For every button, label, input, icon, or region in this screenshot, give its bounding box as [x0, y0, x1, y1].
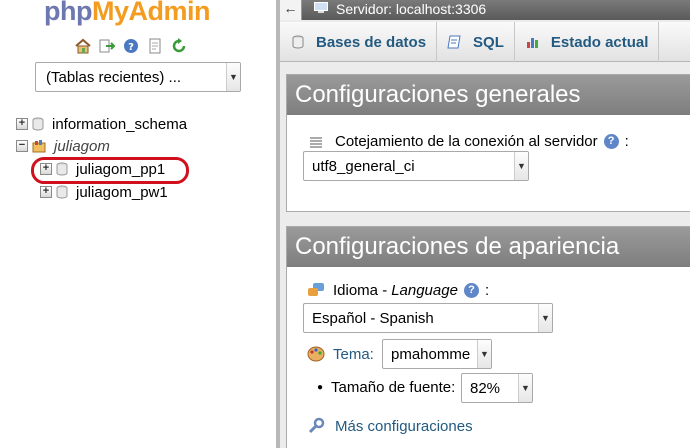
tree-item-label: information_schema [52, 115, 188, 133]
font-size-select[interactable]: 82% ▼ [461, 373, 533, 403]
wrench-icon [308, 417, 325, 434]
collation-label: Cotejamiento de la conexión al servidor [335, 133, 598, 150]
main-panel: ← Servidor: localhost:3306 Bases de dato… [280, 0, 690, 448]
reload-icon[interactable] [170, 37, 188, 55]
bullet-icon: ● [317, 382, 324, 393]
tab-databases[interactable]: Bases de datos [280, 22, 438, 62]
svg-text:?: ? [128, 42, 134, 53]
server-icon [314, 2, 328, 13]
database-icon [56, 185, 68, 199]
collapse-icon[interactable]: − [16, 140, 28, 152]
sql-icon [447, 35, 461, 49]
general-settings-panel: Configuraciones generales Cotejamiento d… [286, 74, 690, 212]
collation-icon [310, 137, 322, 147]
chevron-down-icon: ▼ [477, 340, 491, 368]
recent-tables-select[interactable]: (Tablas recientes) ... ▼ [35, 62, 241, 92]
chevron-down-icon: ▼ [538, 304, 552, 332]
theme-link[interactable]: Tema: [333, 346, 374, 363]
documentation-icon[interactable] [146, 37, 164, 55]
collation-select[interactable]: utf8_general_ci ▼ [303, 151, 529, 181]
tree-item-juliagom-pw1[interactable]: + juliagom_pw1 [40, 182, 168, 202]
nav-icon-bar: ? [74, 37, 188, 55]
tree-item-label: juliagom [54, 137, 110, 155]
back-arrow-icon[interactable]: ← [280, 0, 302, 20]
language-select[interactable]: Español - Spanish ▼ [303, 303, 553, 333]
navigation-panel: phpMyAdmin ? (Tablas recientes) ... ▼ + … [0, 0, 278, 448]
top-tabs: Bases de datos SQL Estado actual [280, 22, 690, 62]
appearance-settings-title: Configuraciones de apariencia [287, 227, 690, 267]
tree-item-information-schema[interactable]: + information_schema [16, 114, 187, 134]
highlight-annotation [31, 157, 189, 184]
font-size-label: Tamaño de fuente: [331, 379, 456, 396]
collation-label-row: Cotejamiento de la conexión al servidor … [309, 133, 629, 150]
theme-label-row: Tema: [307, 345, 374, 363]
tab-label: Estado actual [550, 33, 649, 51]
general-settings-title: Configuraciones generales [287, 75, 690, 115]
home-icon[interactable] [74, 37, 92, 55]
logout-icon[interactable] [98, 37, 116, 55]
docs-help-icon[interactable]: ? [122, 37, 140, 55]
tab-label: Bases de datos [316, 33, 427, 51]
palette-icon [307, 346, 325, 362]
phpmyadmin-logo[interactable]: phpMyAdmin [44, 0, 210, 27]
status-icon [526, 38, 538, 48]
theme-select[interactable]: pmahomme ▼ [382, 339, 492, 369]
tree-item-juliagom[interactable]: − juliagom [16, 136, 110, 156]
chevron-down-icon: ▼ [514, 152, 528, 180]
tab-status[interactable]: Estado actual [515, 22, 660, 62]
server-link[interactable]: Servidor: localhost:3306 [336, 1, 486, 17]
expand-icon[interactable]: + [16, 118, 28, 130]
appearance-settings-panel: Configuraciones de apariencia Idioma - L… [286, 226, 690, 448]
help-icon[interactable]: ? [463, 282, 479, 298]
font-size-label-row: ● Tamaño de fuente: [317, 379, 455, 396]
more-settings-link[interactable]: Más configuraciones [335, 418, 473, 435]
language-icon [308, 283, 324, 296]
tab-sql[interactable]: SQL [437, 22, 515, 62]
more-settings-row: Más configuraciones [307, 417, 473, 435]
database-group-icon [32, 140, 46, 153]
help-icon[interactable]: ? [603, 134, 619, 149]
chevron-down-icon: ▼ [518, 374, 532, 402]
chevron-down-icon: ▼ [226, 63, 240, 91]
database-icon [32, 117, 44, 131]
database-icon [292, 35, 304, 49]
tab-label: SQL [473, 33, 504, 51]
server-breadcrumb: ← Servidor: localhost:3306 [280, 0, 690, 20]
expand-icon[interactable]: + [40, 186, 52, 198]
language-label-row: Idioma - Language ? : [307, 281, 489, 299]
tree-item-label: juliagom_pw1 [76, 183, 168, 201]
